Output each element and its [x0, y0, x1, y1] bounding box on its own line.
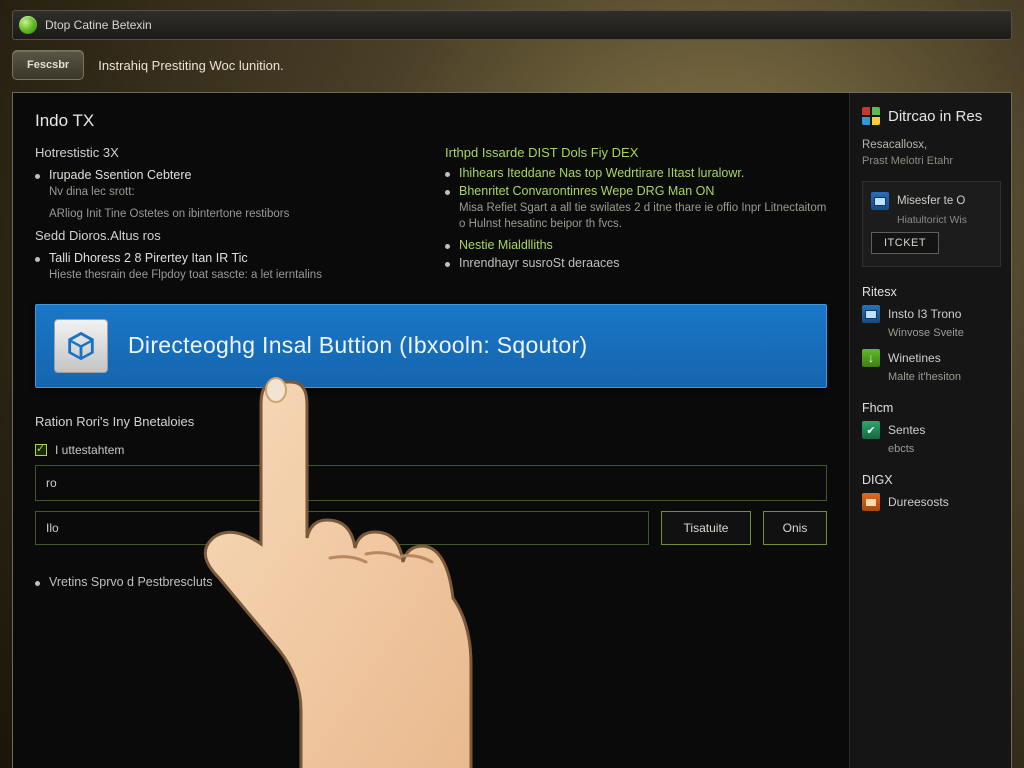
field-2[interactable] — [36, 512, 648, 544]
card1-label[interactable]: Misesfer te O — [897, 195, 965, 207]
left-heading-1: Hotrestistic 3X — [35, 145, 417, 160]
left-column: Hotrestistic 3X Irupade Ssention Cebtere… — [35, 145, 417, 290]
footer-bullet[interactable]: Vretins Sprvo d Pestbrescluts — [35, 575, 827, 589]
breadcrumb-bar: Fescsbr Instrahiq Prestiting Woc lunitio… — [12, 50, 1012, 80]
windows-flag-icon — [862, 107, 880, 125]
side-item-2a[interactable]: Winetines — [888, 351, 941, 365]
window-title: Dtop Catine Betexin — [45, 18, 152, 32]
side-item-3b: ebcts — [862, 443, 1001, 455]
side-item-4[interactable]: Dureesosts — [888, 495, 949, 509]
content-frame: Indo TX Hotrestistic 3X Irupade Ssention… — [12, 92, 1012, 768]
left-bullet-1-sub1: Nv dina lec srott: — [35, 185, 417, 201]
side-item-1b: Winvose Sveite — [862, 327, 1001, 339]
agree-row[interactable]: I uttestahtem — [35, 443, 827, 457]
sidebar-title-row: Ditrcao in Res — [862, 107, 1001, 125]
sidebar-card-1: Misesfer te O Hiatultorict Wis ITCKET — [862, 181, 1001, 267]
left-bullet-1[interactable]: Irupade Ssention Cebtere — [35, 168, 417, 182]
agree-label: I uttestahtem — [55, 443, 124, 457]
breadcrumb-text: Instrahiq Prestiting Woc lunition. — [98, 58, 283, 73]
right-bullet-3[interactable]: Nestie Mialdlliths — [445, 238, 827, 252]
shield-icon — [862, 421, 880, 439]
side-item-3a[interactable]: Sentes — [888, 423, 925, 437]
sidebar-heading-3: DIGX — [862, 473, 1001, 487]
sidebar-sub1: Resacallosx, — [862, 139, 1001, 151]
right-bullet-4[interactable]: Inrendhayr susroSt deraaces — [445, 256, 827, 270]
right-heading: Irthpd Issarde DIST Dols Fiy DEX — [445, 145, 827, 160]
side-item-2b: Malte it'hesiton — [862, 371, 1001, 383]
main-panel: Indo TX Hotrestistic 3X Irupade Ssention… — [13, 93, 849, 768]
side-item-1a[interactable]: Insto I3 Trono — [888, 307, 961, 321]
monitor-icon-2 — [862, 305, 880, 323]
cube-icon — [64, 329, 98, 363]
left-bullet-2-sub: Hieste thesrain dee Flpdoy toat sascte: … — [35, 268, 417, 284]
right-sidebar: Ditrcao in Res Resacallosx, Prast Melotr… — [849, 93, 1011, 768]
lower-title: Ration Rori's Iny Bnetaloies — [35, 414, 827, 429]
right-column: Irthpd Issarde DIST Dols Fiy DEX Ihihear… — [445, 145, 827, 290]
breadcrumb-button[interactable]: Fescsbr — [12, 50, 84, 80]
page-title: Indo TX — [35, 111, 827, 131]
app-orb-icon — [19, 16, 37, 34]
agree-checkbox[interactable] — [35, 444, 47, 456]
monitor-icon — [871, 192, 889, 210]
tag-icon — [862, 493, 880, 511]
ticket-button[interactable]: ITCKET — [871, 232, 939, 254]
right-bullet-2-sub: Misa Refiet Sgart a all tie swilates 2 d… — [445, 201, 827, 232]
install-box-icon — [54, 319, 108, 373]
install-banner[interactable]: Directeoghg Insal Buttion (Ibxooln: Sqou… — [35, 304, 827, 388]
left-bullet-1-sub2: ARliog Init Tine Ostetes on ibintertone … — [35, 207, 417, 223]
field-1[interactable] — [36, 466, 826, 500]
window-titlebar: Dtop Catine Betexin — [12, 10, 1012, 40]
right-bullet-2[interactable]: Bhenritet Convarontinres Wepe DRG Man ON — [445, 184, 827, 198]
sidebar-heading-2: Fhcm — [862, 401, 1001, 415]
sidebar-title: Ditrcao in Res — [888, 108, 982, 125]
card1-sub: Hiatultorict Wis — [871, 214, 992, 226]
right-bullet-1[interactable]: Ihihears Iteddane Nas top Wedrtirare IIt… — [445, 166, 827, 180]
action-button-2[interactable]: Onis — [763, 511, 827, 545]
left-heading-2: Sedd Dioros.Altus ros — [35, 228, 417, 243]
sidebar-heading-1: Ritesx — [862, 285, 1001, 299]
download-icon — [862, 349, 880, 367]
action-button-1[interactable]: Tisatuite — [661, 511, 751, 545]
sidebar-sub2: Prast Melotri Etahr — [862, 155, 1001, 167]
left-bullet-2[interactable]: Talli Dhoress 2 8 Pirertey Itan IR Tic — [35, 251, 417, 265]
input-stack — [35, 465, 827, 501]
install-label: Directeoghg Insal Buttion (Ibxooln: Sqou… — [128, 332, 587, 359]
